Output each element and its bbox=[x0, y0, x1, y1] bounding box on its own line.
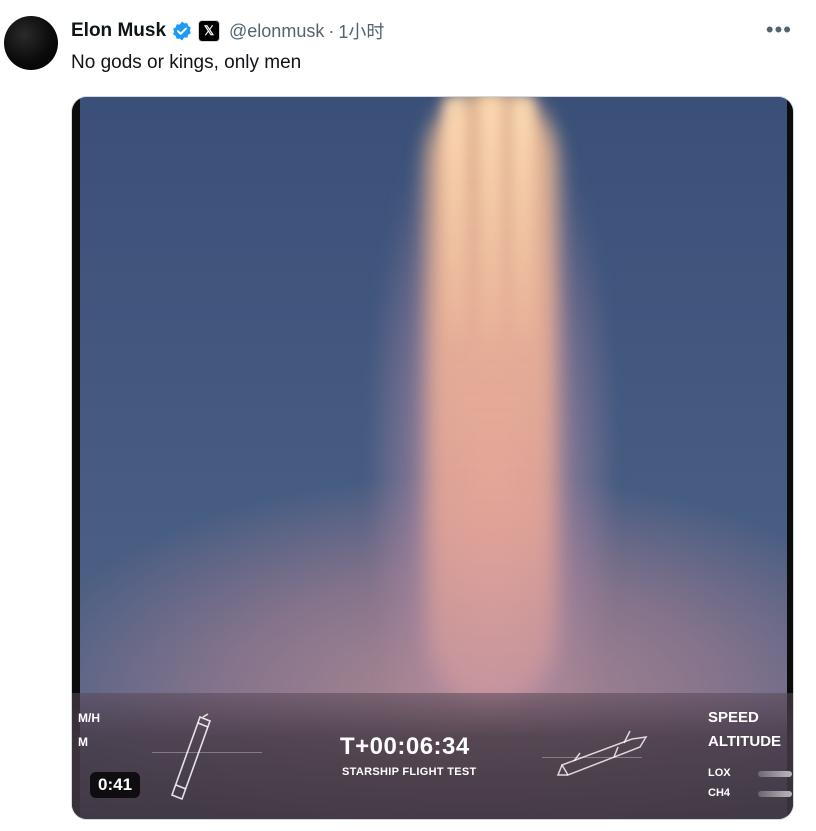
timestamp[interactable]: 1小时 bbox=[338, 18, 384, 44]
plume-streak bbox=[480, 97, 502, 357]
mission-timer: T+00:06:34 bbox=[340, 733, 470, 760]
ch4-gauge bbox=[758, 791, 792, 797]
plume-streak bbox=[512, 97, 534, 357]
avatar[interactable] bbox=[4, 16, 58, 70]
author-name[interactable]: Elon Musk bbox=[71, 20, 166, 42]
video-duration-badge: 0:41 bbox=[90, 772, 141, 798]
plume-streak bbox=[444, 97, 466, 357]
verified-badge-icon[interactable] bbox=[171, 20, 193, 42]
tweet-header: Elon Musk 𝕏 @elonmusk · 1小时 bbox=[71, 17, 384, 45]
hud-divider bbox=[152, 752, 262, 753]
ship-outline-icon bbox=[556, 730, 648, 776]
lox-label: LOX bbox=[708, 767, 731, 779]
booster-outline-icon bbox=[170, 713, 212, 801]
ch4-label: CH4 bbox=[708, 787, 731, 799]
more-options-icon[interactable]: ••• bbox=[766, 19, 792, 41]
hud-left-label: M/H bbox=[78, 711, 100, 725]
x-affiliate-badge-icon[interactable]: 𝕏 bbox=[199, 21, 220, 41]
tweet-text: No gods or kings, only men bbox=[71, 52, 302, 73]
separator-dot: · bbox=[328, 20, 335, 41]
hud-divider bbox=[542, 757, 642, 758]
author-handle[interactable]: @elonmusk bbox=[229, 21, 324, 42]
mission-title: STARSHIP FLIGHT TEST bbox=[342, 766, 477, 778]
speed-label: SPEED bbox=[708, 709, 759, 726]
altitude-label: ALTITUDE bbox=[708, 733, 782, 750]
lox-gauge bbox=[758, 771, 792, 777]
video-player[interactable]: M/H M T+00:06:34 STARSHIP FLIGHT TEST SP… bbox=[71, 96, 794, 820]
hud-left-label: M bbox=[78, 735, 88, 749]
